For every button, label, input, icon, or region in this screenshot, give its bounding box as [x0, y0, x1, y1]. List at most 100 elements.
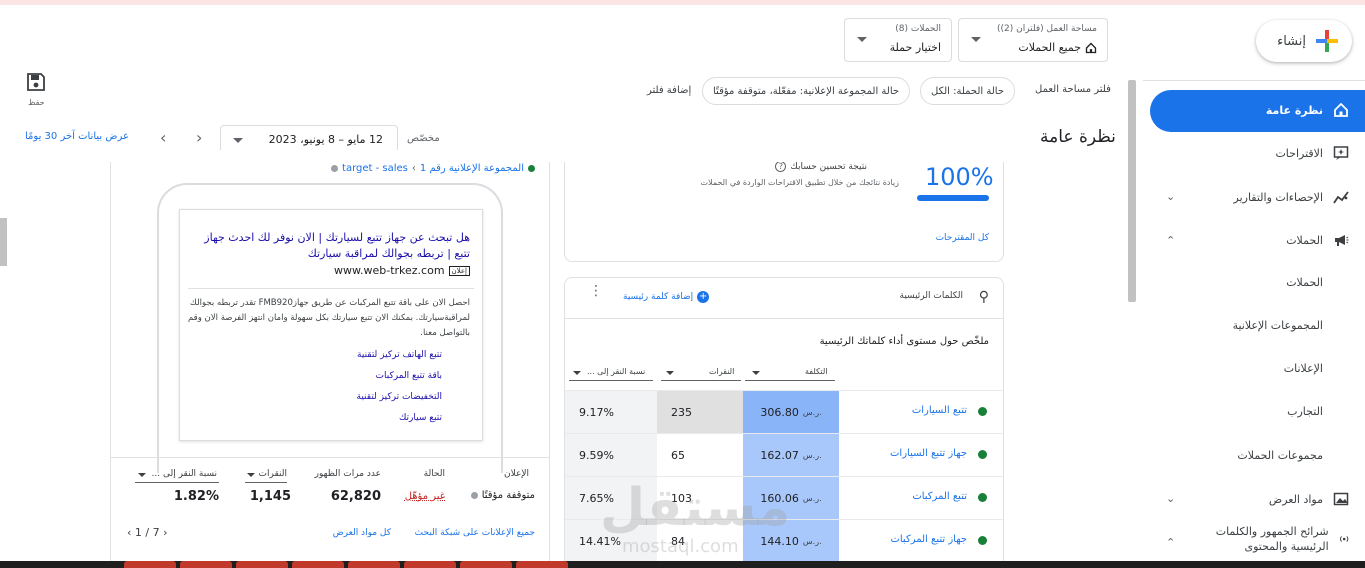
- stat-label-ctr[interactable]: نسبة النقر إلى ...: [152, 469, 217, 479]
- more-vert-icon[interactable]: ⋮: [589, 284, 603, 298]
- caret-down-icon: [971, 37, 981, 42]
- date-range-type: مخصّص: [407, 133, 440, 144]
- stat-value-ctr: 1.82%: [173, 489, 219, 504]
- chevron-right-icon[interactable]: ›: [163, 526, 167, 539]
- sidebar-item-recommendations[interactable]: الاقتراحات: [1275, 145, 1349, 161]
- sidebar-item-insights-reports[interactable]: الإحصاءات والتقارير: [1234, 189, 1350, 205]
- chevron-right-icon[interactable]: ›: [196, 128, 202, 147]
- column-header-cost[interactable]: التكلفة: [805, 367, 827, 376]
- keyword-cost: 306.80: [760, 406, 799, 419]
- stat-value-status[interactable]: غير مؤهّل: [405, 491, 445, 502]
- campaign-selector-value: اختيار حملة: [889, 41, 941, 54]
- keyword-cost-cell: 162.07 ر.س.: [743, 434, 839, 477]
- keywords-summary: ملخّص حول مستوى أداء كلماتك الرئيسية: [819, 336, 989, 347]
- sidebar-item-label: نظرة عامة: [1265, 103, 1323, 117]
- breadcrumb-ad-group[interactable]: المجموعة الإعلانية رقم 1: [420, 163, 524, 174]
- status-dot-enabled: [528, 165, 535, 172]
- sidebar-item-campaign-groups[interactable]: مجموعات الحملات: [1237, 449, 1323, 462]
- sidebar-item-label: الاقتراحات: [1275, 146, 1323, 160]
- currency: ر.س.: [802, 537, 822, 546]
- ad-preview-card: المجموعة الإعلانية رقم 1 › target - sale…: [110, 150, 550, 568]
- save-icon[interactable]: [26, 72, 46, 92]
- keyword-clicks: 65: [671, 449, 685, 462]
- keyword-ctr: 9.17%: [565, 391, 657, 434]
- taskbar-app-icon[interactable]: [348, 561, 400, 568]
- stat-value-ad: متوقفة مؤقتًا: [481, 490, 535, 501]
- sidebar-item-ad-groups[interactable]: المجموعات الإعلانية: [1233, 319, 1323, 332]
- taskbar-app-icon[interactable]: [124, 561, 176, 568]
- audience-icon: [1339, 536, 1348, 542]
- create-button[interactable]: إنشاء: [1256, 20, 1352, 62]
- sidebar-item-campaigns[interactable]: الحملات: [1286, 276, 1323, 289]
- ad-sitelink[interactable]: تتبع الهاتف تركيز لتقنية: [357, 350, 442, 360]
- sidebar-item-campaigns-group[interactable]: الحملات: [1286, 232, 1349, 248]
- breadcrumb-separator: ›: [411, 163, 416, 174]
- ad-description: احصل الان على باقة تتبع المركبات عن طريق…: [188, 298, 470, 338]
- stat-label-status: الحالة: [423, 469, 445, 479]
- ad-sitelink[interactable]: تتبع سيارتك: [399, 413, 442, 423]
- chevron-down-icon[interactable]: ⌄: [1166, 190, 1175, 203]
- left-scrollbar[interactable]: [0, 218, 7, 266]
- chevron-up-icon[interactable]: ⌃: [1166, 234, 1175, 247]
- ad-headline[interactable]: هل تبحث عن جهاز تتبع لسيارتك | الان نوفر…: [190, 230, 470, 262]
- column-header-ctr[interactable]: نسبة النقر إلى ...: [587, 367, 645, 376]
- keyword-name[interactable]: تتبع السيارات: [912, 405, 967, 416]
- main-scrollbar[interactable]: [1128, 80, 1136, 302]
- workspace-name: جميع الحملات: [1018, 41, 1081, 54]
- keyword-name[interactable]: تتبع المركبات: [912, 491, 967, 502]
- keyword-name[interactable]: جهاز تتبع المركبات: [890, 534, 967, 545]
- keyword-ctr: 9.59%: [565, 434, 657, 477]
- last-30-days-link[interactable]: عرض بيانات آخر 30 يومًا: [25, 131, 129, 142]
- stat-value-impressions: 62,820: [330, 489, 381, 504]
- keyword-name[interactable]: جهاز تتبع السيارات: [890, 448, 967, 459]
- sidebar-item-audiences-keywords-content[interactable]: شرائح الجمهور والكلمات الرئيسية والمحتوى: [1199, 524, 1349, 554]
- chevron-left-icon[interactable]: ‹: [127, 526, 131, 539]
- add-filter-button[interactable]: إضافة فلتر: [647, 85, 691, 96]
- taskbar-app-icon[interactable]: [292, 561, 344, 568]
- all-assets-link[interactable]: كل مواد العرض: [333, 528, 391, 538]
- status-dot-paused: [331, 165, 339, 172]
- insights-icon: [1333, 191, 1349, 204]
- caret-down-icon: [752, 371, 760, 375]
- caret-down-icon: [666, 371, 674, 375]
- sidebar-item-experiments[interactable]: التجارب: [1287, 405, 1323, 418]
- sidebar-item-assets[interactable]: مواد العرض: [1269, 491, 1349, 507]
- chevron-left-icon[interactable]: ‹: [160, 128, 166, 147]
- keyword-search-icon: ⚲: [978, 289, 989, 305]
- add-keyword-button[interactable]: + إضافة كلمة رئيسية: [623, 291, 710, 303]
- ad-badge: إعلان: [448, 265, 470, 276]
- ad-sitelink[interactable]: باقة تتبع المركبات: [376, 371, 442, 381]
- taskbar-app-icon[interactable]: [180, 561, 232, 568]
- sidebar-item-label: الحملات: [1286, 276, 1323, 289]
- help-icon[interactable]: ?: [775, 161, 787, 172]
- table-row: تتبع السيارات 306.80 ر.س. 235 9.17%: [565, 390, 1003, 434]
- workspace-selector[interactable]: مساحة العمل (فلتران (2)) جميع الحملات: [958, 18, 1108, 62]
- optimization-score-bar: [917, 195, 989, 201]
- filter-chip-adgroup-status[interactable]: حالة المجموعة الإعلانية: مفعّلة، متوقفة …: [702, 77, 911, 105]
- campaign-selector[interactable]: الحملات (8) اختيار حملة: [844, 18, 952, 62]
- all-search-ads-link[interactable]: جميع الإعلانات على شبكة البحث: [415, 528, 535, 538]
- status-dot-enabled: [978, 493, 987, 502]
- sidebar-item-label: الإعلانات: [1283, 362, 1323, 375]
- chevron-up-icon[interactable]: ⌃: [1166, 536, 1175, 549]
- caret-down-icon: [138, 473, 146, 477]
- column-header-clicks[interactable]: النقرات: [709, 367, 734, 376]
- ad-sitelink[interactable]: التخفيضات تركيز لتقنية: [357, 392, 442, 402]
- megaphone-icon: [1335, 235, 1349, 246]
- currency: ر.س.: [802, 408, 822, 417]
- taskbar-app-icon[interactable]: [404, 561, 456, 568]
- breadcrumb-campaign[interactable]: target - sales: [342, 163, 408, 174]
- sidebar-item-label: الإحصاءات والتقارير: [1233, 190, 1324, 204]
- stat-label-clicks[interactable]: النقرات: [259, 469, 287, 479]
- sidebar-item-label: مواد العرض: [1268, 492, 1323, 506]
- chevron-down-icon[interactable]: ⌄: [1166, 492, 1175, 505]
- sidebar-item-ads[interactable]: الإعلانات: [1284, 362, 1323, 375]
- status-dot-enabled: [978, 407, 987, 416]
- taskbar-app-icon[interactable]: [516, 561, 568, 568]
- taskbar-app-icon[interactable]: [460, 561, 512, 568]
- keyword-cost: 162.07: [760, 449, 799, 462]
- all-recommendations-link[interactable]: كل المقترحات: [936, 233, 989, 243]
- divider: [565, 318, 1003, 319]
- filter-chip-campaign-status[interactable]: حالة الحملة: الكل: [920, 77, 1016, 105]
- taskbar-app-icon[interactable]: [236, 561, 288, 568]
